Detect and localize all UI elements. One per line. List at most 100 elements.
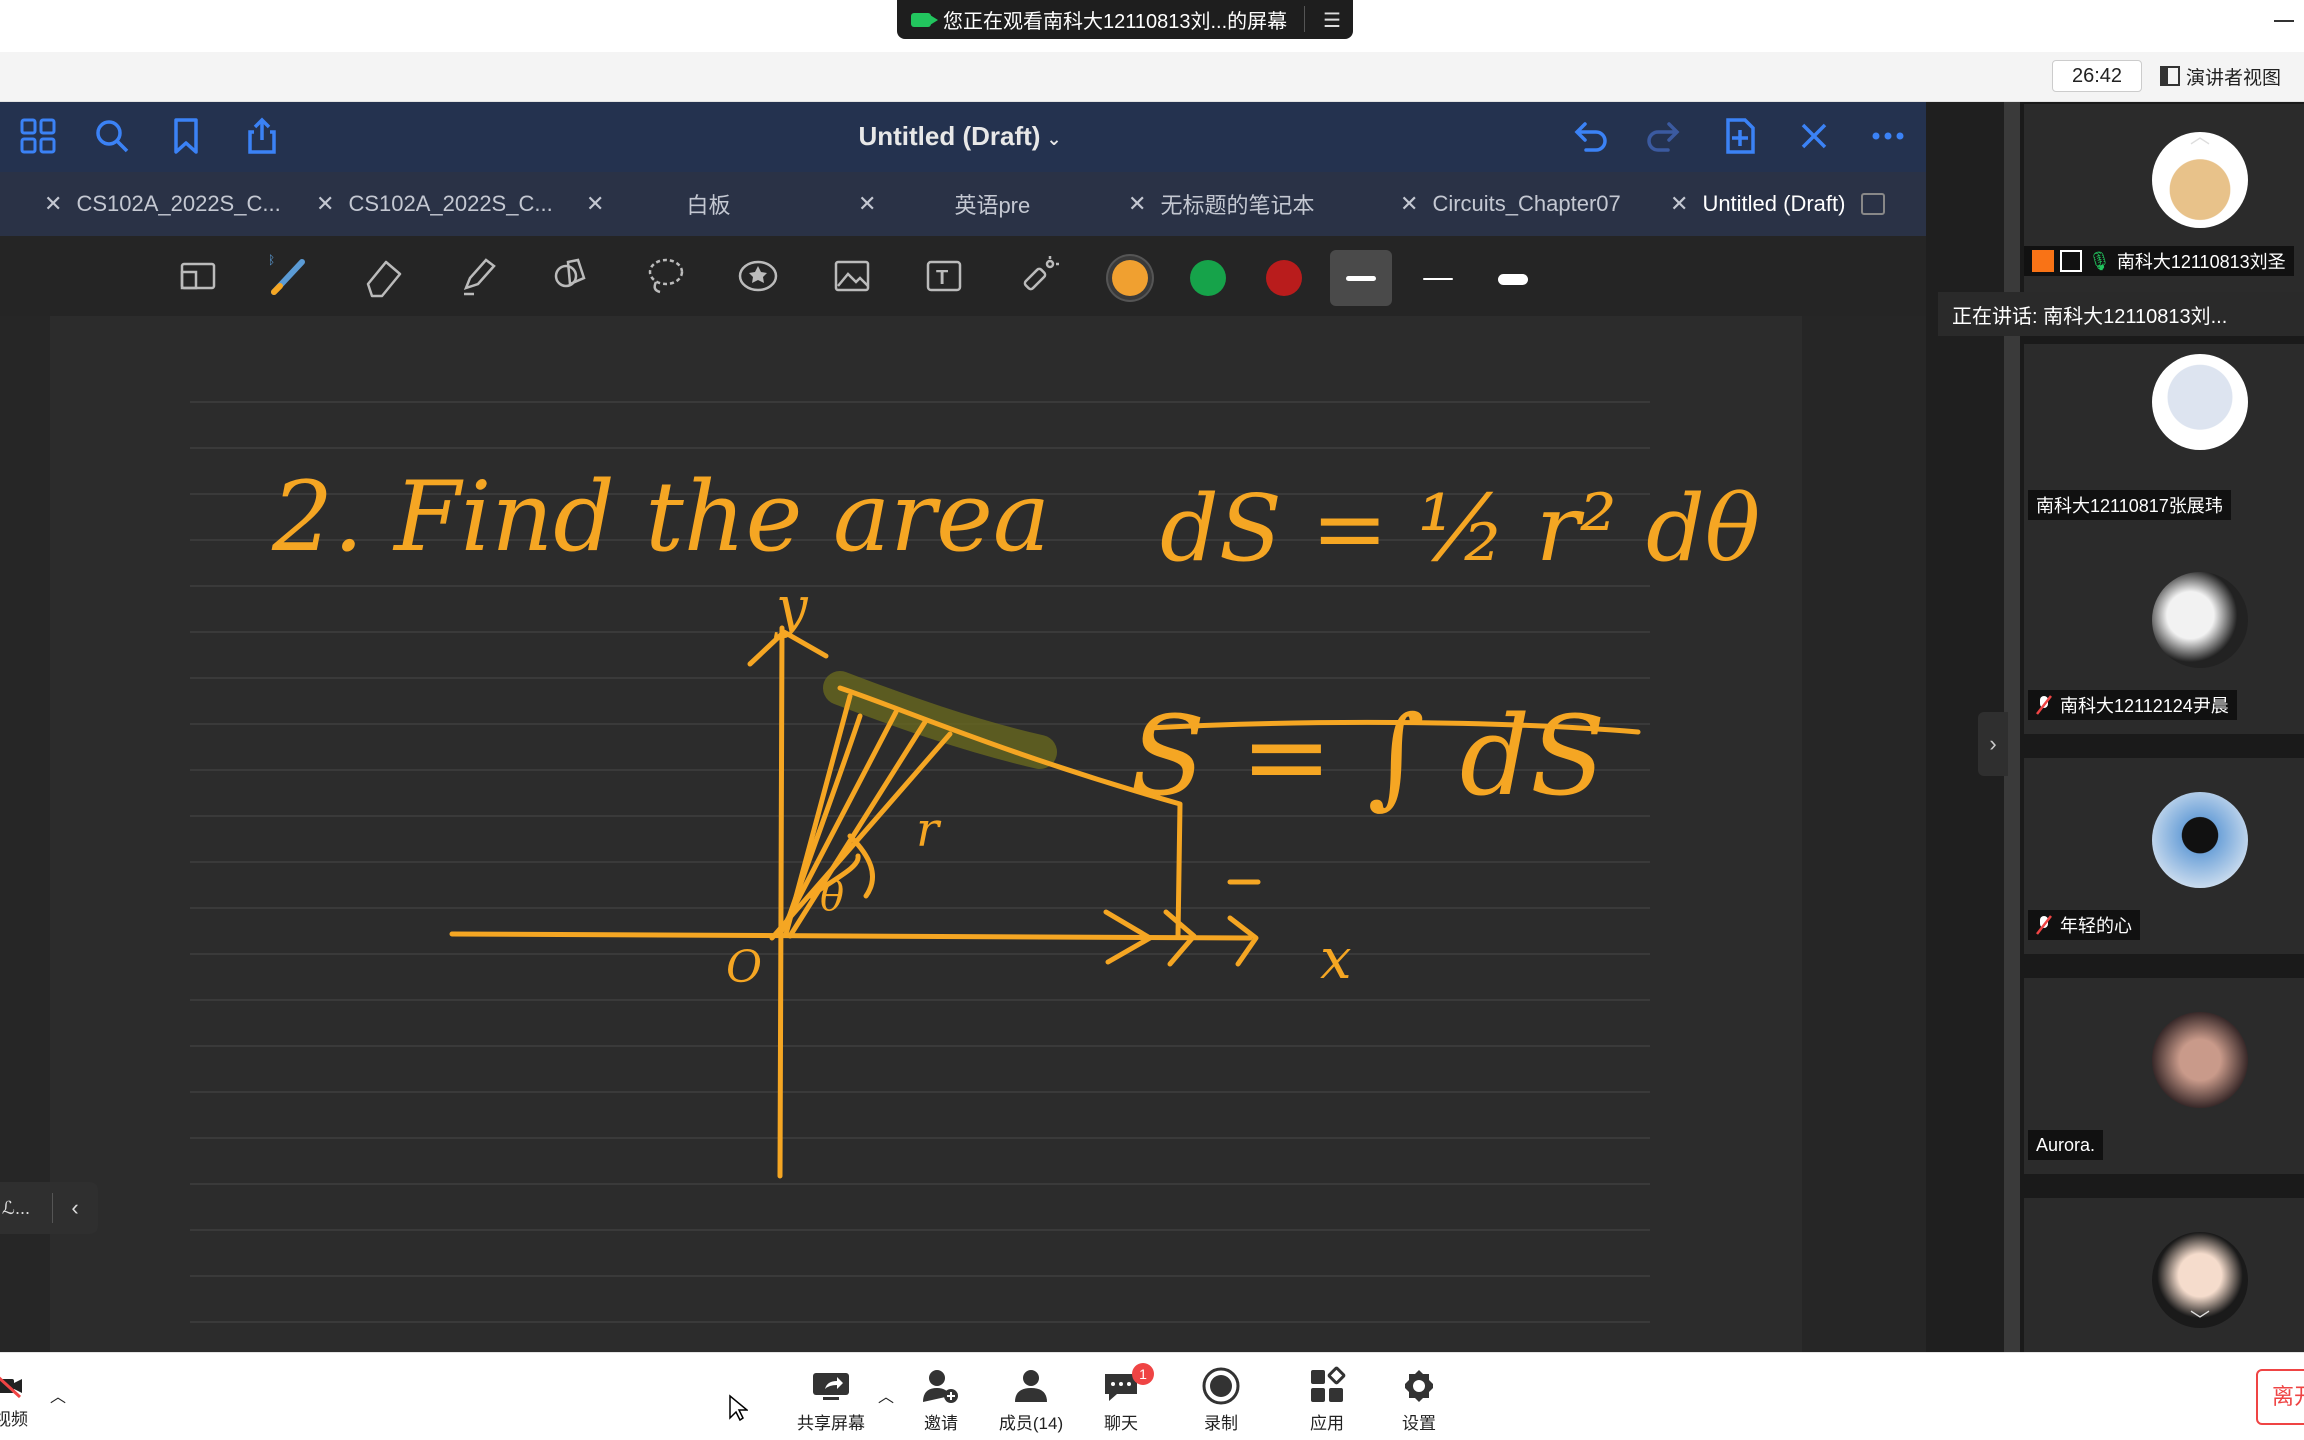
svg-text:ᛒ: ᛒ [268,254,275,267]
pen-icon[interactable]: ᛒ [266,253,310,298]
bookmark-icon[interactable] [166,116,206,156]
participant-tile[interactable] [2024,1198,2304,1352]
participant-tile[interactable]: Aurora. [2024,978,2304,1174]
share-screen-icon [786,1365,876,1407]
unread-badge: 1 [1132,1363,1154,1385]
document-tabs: ✕ CS102A_2022S_C... ✕ CS102A_2022S_C... ✕ 白… [0,172,1926,236]
record-button[interactable]: 录制 [1176,1365,1266,1437]
tab[interactable]: ✕ 白板 [586,172,730,236]
participant-tile[interactable]: 🎙 南科大12110813刘圣 [2024,104,2304,300]
more-icon[interactable] [1868,116,1908,156]
redo-icon[interactable] [1644,116,1684,156]
apps-button[interactable]: 应用 [1282,1365,1372,1437]
document-title[interactable]: Untitled (Draft) ⌄ [780,116,1140,156]
highlighter-icon[interactable] [456,254,500,298]
invite-button[interactable]: 邀请 [896,1365,986,1437]
close-tab-icon[interactable]: ✕ [1400,191,1418,217]
lasso-icon[interactable] [644,254,688,298]
tab[interactable]: ✕ 英语pre [858,172,1030,236]
stroke-thin-option[interactable] [1423,278,1453,280]
close-tab-icon[interactable]: ✕ [1670,191,1688,217]
close-tab-icon[interactable]: ✕ [1128,191,1146,217]
page-margin [1802,316,1926,1352]
settings-button[interactable]: 设置 [1374,1365,1464,1437]
presenter-view-label: 演讲者视图 [2186,67,2282,89]
document-title-text: Untitled (Draft) [858,121,1041,151]
minimize-icon[interactable] [2274,20,2294,22]
eraser-icon[interactable] [362,254,406,298]
share-icon[interactable] [242,116,282,156]
tab[interactable]: ✕ 无标题的笔记本 [1128,172,1314,236]
tab-label: CS102A_2022S_C... [76,191,281,216]
avatar [2152,354,2248,450]
undo-icon[interactable] [1570,116,1610,156]
add-page-icon[interactable] [1720,116,1760,156]
meeting-toolbar: 视频 ︿ 共享屏幕 ︿ 邀请 成员(14) 1 聊天 录制 应用 设置 离开 [0,1352,2304,1440]
close-icon[interactable] [1794,116,1834,156]
notebook-page[interactable]: 2. Find the area dS = ½ r² dθ S = ∫ dS y… [50,316,1802,1352]
tab-active[interactable]: ✕ Untitled (Draft) [1670,172,1886,236]
mic-icon: 🎙 [2088,250,2111,271]
participant-tile[interactable]: 南科大12112124尹晨 [2024,538,2304,734]
members-label: 成员(14) [998,1414,1064,1433]
share-screen-button[interactable]: 共享屏幕 [786,1365,876,1437]
page-nav-label: ℒ... [2,1197,30,1218]
image-icon[interactable] [830,254,874,298]
screen-share-icon [2060,250,2082,272]
close-tab-icon[interactable]: ✕ [586,191,604,217]
avatar [2152,572,2248,668]
presenter-view-icon [2160,66,2180,86]
meeting-top-bar: 您正在观看南科大12110813刘...的屏幕 ☰ [0,0,2304,52]
screen-share-banner[interactable]: 您正在观看南科大12110813刘...的屏幕 ☰ [897,0,1353,39]
chat-icon: 1 [1076,1363,1166,1407]
shapes-icon[interactable] [550,254,594,298]
handwriting-canvas[interactable]: 2. Find the area dS = ½ r² dθ S = ∫ dS y… [50,316,1802,1352]
tab-label: 白板 [686,193,731,218]
presenter-view-button[interactable]: 演讲者视图 [2160,60,2304,92]
chevron-left-icon[interactable]: ‹ [53,1195,97,1221]
grid-icon[interactable] [18,116,58,156]
close-tab-icon[interactable]: ✕ [44,191,62,217]
stroke-thick-option[interactable] [1498,274,1528,285]
tab[interactable]: ✕ CS102A_2022S_C... [44,172,281,236]
close-tab-icon[interactable]: ✕ [316,191,334,217]
members-icon [986,1365,1076,1407]
chevron-up-icon[interactable]: ︿ [878,1383,894,1407]
text-box-icon[interactable]: T [922,254,966,298]
scroll-up-icon[interactable]: ︿ [2190,120,2210,149]
svg-text:T: T [936,267,948,289]
pen-color-swatch[interactable] [1266,260,1302,296]
avatar [2152,1012,2248,1108]
split-view-icon[interactable] [1861,193,1886,215]
chevron-up-icon[interactable]: ︿ [50,1383,66,1407]
search-icon[interactable] [92,116,132,156]
invite-label: 邀请 [924,1414,958,1433]
laser-pointer-icon[interactable] [1016,254,1060,298]
scroll-down-icon[interactable]: ﹀ [2190,1304,2210,1333]
collapse-gallery-button[interactable]: › [1978,712,2008,776]
menu-icon[interactable]: ☰ [1323,8,1341,33]
stroke-width-selected[interactable] [1330,250,1392,306]
members-button[interactable]: 成员(14) [986,1365,1076,1437]
settings-label: 设置 [1402,1414,1436,1433]
participant-tile[interactable]: 年轻的心 [2024,758,2304,954]
page-nav-pill[interactable]: ℒ... ‹ [0,1182,98,1234]
pen-color-swatch[interactable] [1190,260,1226,296]
whiteboard-formula-1: dS = ½ r² dθ [1160,475,1760,582]
participant-tile[interactable]: 南科大12110817张展玮 [2024,344,2304,540]
avatar [2152,792,2248,888]
chat-button[interactable]: 1 聊天 [1076,1363,1166,1437]
sector-ray [787,719,928,939]
pen-color-swatch[interactable] [1112,260,1148,296]
leave-button[interactable]: 离开 [2256,1369,2304,1425]
close-tab-icon[interactable]: ✕ [858,191,876,217]
apps-label: 应用 [1310,1414,1344,1433]
tab[interactable]: ✕ Circuits_Chapter07 [1400,172,1621,236]
tab[interactable]: ✕ CS102A_2022S_C... [316,172,553,236]
sticker-icon[interactable] [736,254,780,298]
tab-label: Circuits_Chapter07 [1432,191,1621,216]
x-axis [449,931,1253,941]
participant-name: 🎙 南科大12110813刘圣 [2024,246,2294,276]
zoom-window-icon[interactable] [176,254,220,298]
participant-name-text: 南科大12110817张展玮 [2036,496,2223,516]
